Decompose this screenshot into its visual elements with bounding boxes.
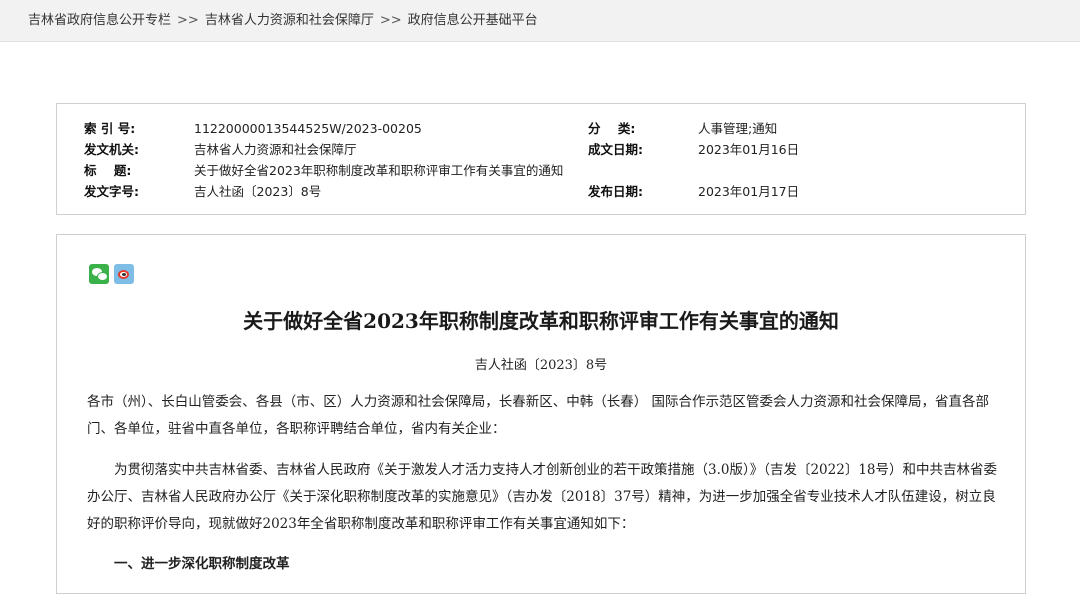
index-number-label: 索 引 号:	[84, 121, 136, 136]
category-value: 人事管理;通知	[698, 121, 778, 136]
document-number-label: 发文字号:	[84, 184, 139, 199]
article-content: 关于做好全省2023年职称制度改革和职称评审工作有关事宜的通知 吉人社函〔202…	[56, 234, 1026, 594]
metadata-row-title: 标 题: 关于做好全省2023年职称制度改革和职称评审工作有关事宜的通知	[57, 160, 1025, 181]
breadcrumb: 吉林省政府信息公开专栏 >> 吉林省人力资源和社会保障厅 >> 政府信息公开基础平台	[0, 0, 1080, 42]
breadcrumb-separator: >>	[379, 13, 402, 28]
article-addressee-paragraph: 各市（州）、长白山管委会、各县（市、区）人力资源和社会保障局，长春新区、中韩（长…	[87, 394, 990, 437]
document-metadata-panel: 索 引 号: 11220000013544525W/2023-00205 分 类…	[56, 103, 1026, 215]
wechat-icon[interactable]	[89, 264, 109, 284]
share-bar	[89, 264, 134, 284]
article-document-number: 吉人社函〔2023〕8号	[474, 358, 608, 373]
title-value: 关于做好全省2023年职称制度改革和职称评审工作有关事宜的通知	[194, 163, 564, 178]
category-label: 分 类:	[588, 121, 636, 136]
created-date-label: 成文日期:	[588, 142, 643, 157]
index-number-value: 11220000013544525W/2023-00205	[194, 121, 422, 136]
article-section-heading: 一、进一步深化职称制度改革	[114, 556, 290, 572]
metadata-row-issuer: 发文机关: 吉林省人力资源和社会保障厅 成文日期: 2023年01月16日	[57, 139, 1025, 160]
metadata-row-docno: 发文字号: 吉人社函〔2023〕8号 发布日期: 2023年01月17日	[57, 181, 1025, 202]
weibo-icon[interactable]	[114, 264, 134, 284]
title-label: 标 题:	[84, 163, 132, 178]
document-number-value: 吉人社函〔2023〕8号	[194, 184, 322, 199]
created-date-value: 2023年01月16日	[698, 142, 800, 157]
article-title: 关于做好全省2023年职称制度改革和职称评审工作有关事宜的通知	[243, 309, 839, 333]
metadata-row-index: 索 引 号: 11220000013544525W/2023-00205 分 类…	[57, 118, 1025, 139]
published-date-value: 2023年01月17日	[698, 184, 800, 199]
breadcrumb-link-platform[interactable]: 政府信息公开基础平台	[408, 13, 538, 28]
article-intro-paragraph: 为贯彻落实中共吉林省委、吉林省人民政府《关于激发人才活力支持人才创新创业的若干政…	[87, 462, 998, 532]
breadcrumb-link-column[interactable]: 吉林省政府信息公开专栏	[28, 13, 171, 28]
breadcrumb-link-department[interactable]: 吉林省人力资源和社会保障厅	[205, 13, 374, 28]
breadcrumb-separator: >>	[177, 13, 199, 28]
published-date-label: 发布日期:	[588, 184, 643, 199]
issuer-value: 吉林省人力资源和社会保障厅	[194, 142, 357, 157]
issuer-label: 发文机关:	[84, 142, 139, 157]
